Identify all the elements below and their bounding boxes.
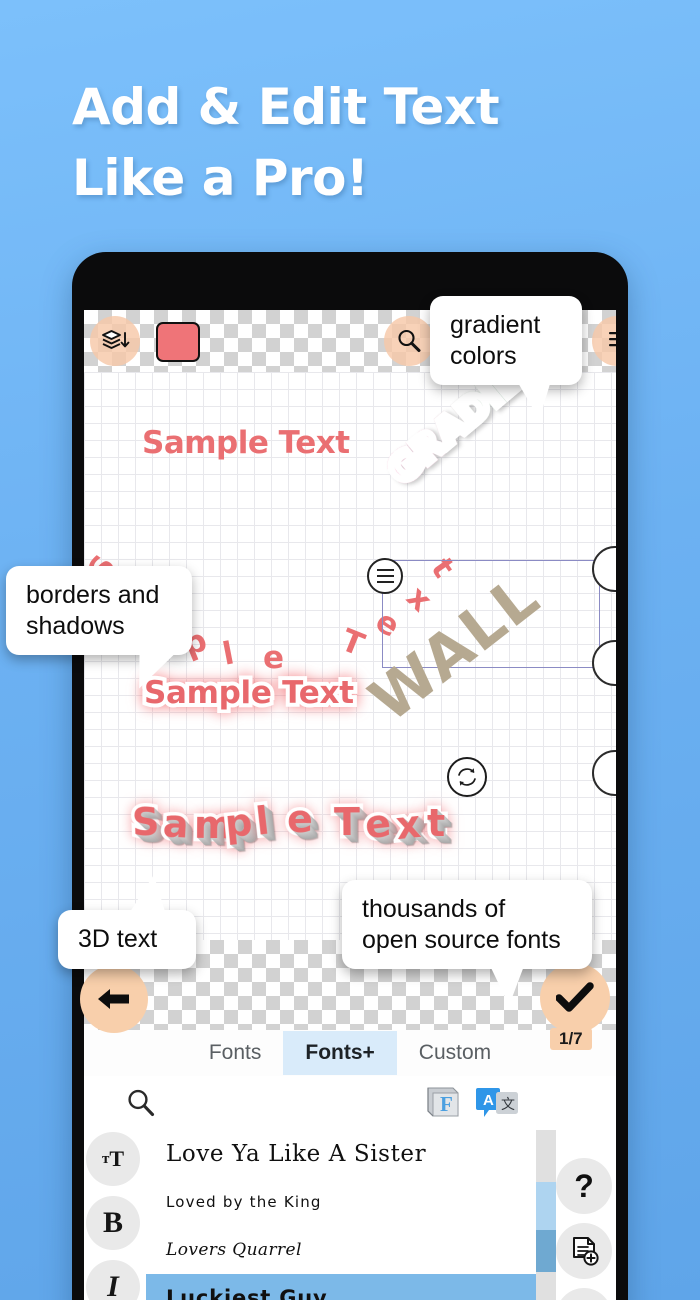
document-options-icon[interactable] (556, 1288, 612, 1300)
page-indicator: 1/7 (550, 1028, 592, 1050)
3d-text-char: l (250, 795, 275, 847)
list-item[interactable]: Loved by the King (146, 1178, 546, 1226)
callout-tail (489, 958, 533, 1008)
layers-down-icon[interactable] (90, 316, 140, 366)
3d-text-char: a (158, 798, 193, 850)
font-list-scrollbar[interactable] (536, 1130, 556, 1300)
callout-line-1: thousands of (362, 895, 506, 923)
callout-line-2: open source fonts (362, 925, 561, 954)
text-style-buttons: тT B I U (86, 1132, 140, 1300)
checkmark-icon[interactable] (540, 963, 610, 1033)
svg-text:文: 文 (501, 1097, 515, 1113)
callout-line-1: 3D text (78, 925, 158, 953)
3d-text-char: e (359, 798, 396, 852)
phone-screen: Sample Text Sample Text GRADIENT WALL (84, 310, 616, 1300)
tab-custom[interactable]: Custom (397, 1031, 513, 1075)
3d-text-char: x (390, 798, 426, 851)
list-item[interactable]: Love Ya Like A Sister (146, 1130, 546, 1178)
tab-fonts-plus[interactable]: Fonts+ (283, 1031, 397, 1075)
headline-line-2: Like a Pro! (72, 149, 369, 207)
3d-text-char: e (283, 793, 316, 844)
bold-button[interactable]: B (86, 1196, 140, 1250)
callout-borders-shadows: borders and shadows (6, 566, 192, 695)
canvas-text-3d[interactable]: Sample Text (128, 793, 582, 880)
list-item-selected[interactable]: Luckiest Guy (146, 1274, 546, 1300)
svg-text:F: F (440, 1092, 453, 1116)
back-arrow-icon[interactable] (80, 965, 148, 1033)
font-panel-tabs: Fonts Fonts+ Custom (84, 1030, 616, 1076)
font-panel-toolbar: F A 文 (84, 1076, 616, 1130)
callout-line-1: borders and (26, 581, 160, 609)
canvas-text-plain[interactable]: Sample Text (142, 425, 350, 461)
curved-text-char: e (263, 640, 285, 676)
3d-text-char: p (219, 797, 257, 850)
callout-gradient-colors: gradient colors (430, 296, 582, 423)
callout-open-source-fonts: thousands of open source fonts (342, 880, 592, 1008)
font-size-button[interactable]: тT (86, 1132, 140, 1186)
headline-line-1: Add & Edit Text (72, 78, 500, 136)
panel-action-buttons: ? (556, 1158, 612, 1300)
search-icon[interactable] (124, 1086, 158, 1120)
font-panel: Fonts Fonts+ Custom F A 文 т T B I Love Y… (84, 1030, 616, 1300)
callout-line-2: shadows (26, 611, 125, 640)
font-list[interactable]: Love Ya Like A Sister Loved by the King … (146, 1130, 546, 1300)
scrollbar-thumb[interactable] (536, 1182, 556, 1230)
rotate-handle-icon[interactable] (447, 757, 487, 797)
tab-fonts[interactable]: Fonts (187, 1031, 284, 1075)
canvas-text-bordered[interactable]: Sample Text (140, 671, 358, 715)
help-button[interactable]: ? (556, 1158, 612, 1214)
callout-tail (518, 375, 561, 423)
translate-icon[interactable]: A 文 (476, 1084, 520, 1122)
callout-line-2: colors (450, 341, 517, 370)
scrollbar-thumb-active[interactable] (536, 1230, 556, 1272)
page-title: Add & Edit Text Like a Pro! (72, 72, 652, 214)
font-book-icon[interactable]: F (422, 1082, 464, 1124)
callout-3d-text: 3D text (58, 871, 196, 969)
callout-line-1: gradient (450, 311, 541, 339)
3d-text-char: S (128, 796, 164, 848)
promo-screenshot: Add & Edit Text Like a Pro! Sample Text … (0, 0, 700, 1300)
magnifier-icon[interactable] (384, 316, 434, 366)
hamburger-handle-icon[interactable] (367, 558, 403, 594)
add-document-icon[interactable] (556, 1223, 612, 1279)
color-swatch-button[interactable] (156, 322, 200, 362)
list-item[interactable]: Lovers Quarrel (146, 1226, 546, 1274)
3d-text-char (317, 797, 333, 842)
3d-text-char: t (423, 798, 448, 849)
italic-button[interactable]: I (86, 1260, 140, 1300)
3d-text-char: T (330, 796, 363, 847)
svg-text:A: A (483, 1092, 494, 1109)
